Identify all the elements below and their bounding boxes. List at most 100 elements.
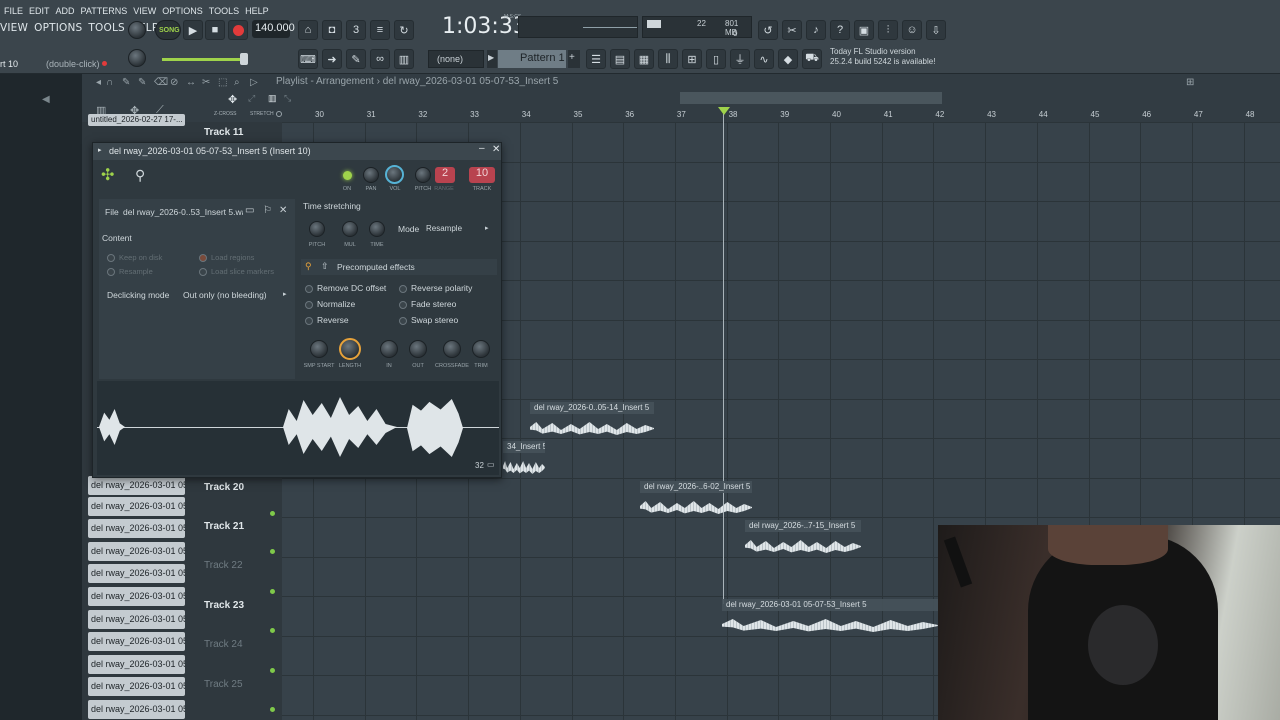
browser-item[interactable]: del rway_2026-03-01 05... bbox=[88, 700, 185, 719]
browser-item[interactable]: del rway_2026-03-01 05... bbox=[88, 632, 185, 651]
track-mute-led[interactable] bbox=[270, 628, 275, 633]
track-mute-led[interactable] bbox=[270, 549, 275, 554]
folder-icon[interactable]: ▭ bbox=[245, 205, 254, 216]
menu-edit[interactable]: EDIT bbox=[29, 7, 50, 15]
menu-view-2[interactable]: VIEW bbox=[0, 22, 28, 34]
plugin-db-button[interactable]: ⏚ bbox=[730, 49, 750, 69]
load-slice-markers-option[interactable]: Load slice markers bbox=[199, 267, 274, 277]
browser-item[interactable]: del rway_2026-03-01 05... bbox=[88, 564, 185, 583]
menu-add[interactable]: ADD bbox=[56, 7, 75, 15]
chat-button[interactable]: ☺ bbox=[902, 20, 922, 40]
power-led[interactable] bbox=[343, 171, 352, 180]
magnet-icon[interactable]: ∩ bbox=[106, 77, 113, 88]
menu-options[interactable]: OPTIONS bbox=[162, 7, 203, 15]
audio-clip[interactable]: del rway_2026-03-01 05-07-53_Insert 5 bbox=[722, 599, 938, 637]
mixer-button[interactable]: ⫶ bbox=[878, 20, 898, 40]
mic-button[interactable]: ♪ bbox=[806, 20, 826, 40]
record-button[interactable] bbox=[228, 20, 248, 40]
track-header-21[interactable]: Track 21 bbox=[204, 517, 280, 556]
arrow-up-icon[interactable]: ⇧ bbox=[321, 261, 329, 272]
menu-help[interactable]: HELP bbox=[245, 7, 269, 15]
project-button[interactable]: ▯ bbox=[706, 49, 726, 69]
keep-on-disk-option[interactable]: Keep on disk bbox=[107, 253, 162, 263]
playlist-menu-arrow[interactable]: ◂ bbox=[96, 77, 101, 88]
checkbox[interactable] bbox=[305, 300, 313, 309]
browser-item[interactable]: untitled_2026-02-27 17-... bbox=[88, 114, 185, 126]
checkbox[interactable] bbox=[107, 268, 115, 277]
file-name[interactable]: del rway_2026-0..53_Insert 5.wav bbox=[123, 207, 243, 217]
zoom-icon[interactable]: ▭ bbox=[487, 460, 495, 469]
blend-notes-button[interactable]: ≡ bbox=[370, 20, 390, 40]
loop-record-button[interactable]: ↻ bbox=[394, 20, 414, 40]
browser-item[interactable]: del rway_2026-03-01 05... bbox=[88, 677, 185, 696]
checkbox[interactable] bbox=[199, 268, 207, 277]
cut-tool-button[interactable]: ✂ bbox=[782, 20, 802, 40]
trim-knob[interactable] bbox=[472, 340, 490, 358]
window-titlebar[interactable]: ▸ del rway_2026-03-01 05-07-53_Insert 5 … bbox=[93, 143, 501, 160]
link-button[interactable]: ∞ bbox=[370, 49, 390, 69]
help-button[interactable]: ? bbox=[830, 20, 850, 40]
metronome-button[interactable]: ⌂ bbox=[298, 20, 318, 40]
news-panel[interactable]: Today FL Studio version 25.2.4 build 524… bbox=[830, 47, 942, 71]
remove-dc-option[interactable]: Remove DC offset bbox=[305, 283, 386, 293]
typing-keyboard-button[interactable]: ⌨ bbox=[298, 49, 318, 69]
browser-item[interactable]: del rway_2026-03-01 05... bbox=[88, 542, 185, 561]
audio-clip[interactable]: 34_Insert 5 bbox=[503, 441, 545, 479]
wrench-icon[interactable]: ⚲ bbox=[135, 167, 145, 184]
wait-input-button[interactable]: ◘ bbox=[322, 20, 342, 40]
track-header-23[interactable]: Track 23 bbox=[204, 596, 280, 635]
ts-time-knob[interactable] bbox=[369, 221, 385, 237]
resample-option[interactable]: Resample bbox=[107, 267, 153, 277]
browser-collapse-icon[interactable]: ◀ bbox=[42, 94, 50, 105]
audio-clip[interactable]: del rway_2026-..6-02_Insert 5 bbox=[640, 481, 752, 519]
mixer-window-button[interactable]: ⫼ bbox=[658, 49, 678, 69]
minimize-button[interactable]: – bbox=[479, 143, 485, 154]
download-button[interactable]: ⇩ bbox=[926, 20, 946, 40]
master-volume-slider[interactable] bbox=[162, 58, 242, 61]
normalize-option[interactable]: Normalize bbox=[305, 299, 355, 309]
paint-tool-icon[interactable]: ✎ bbox=[138, 77, 146, 88]
range-value[interactable]: 2 bbox=[435, 167, 455, 183]
playlist-button[interactable]: ☰ bbox=[586, 49, 606, 69]
browser-item[interactable]: del rway_2026-03-01 05... bbox=[88, 610, 185, 629]
select-tool-icon[interactable]: ⬚ bbox=[218, 77, 227, 88]
audio-clip[interactable]: del rway_2026-0..05-14_Insert 5 bbox=[530, 402, 654, 440]
track-header-25[interactable]: Track 25 bbox=[204, 675, 280, 714]
declicking-selector[interactable]: Out only (no bleeding) bbox=[183, 290, 267, 300]
track-view-icon[interactable]: ▥ bbox=[268, 93, 277, 104]
master-volume-knob[interactable] bbox=[128, 21, 146, 39]
pan-knob[interactable] bbox=[363, 167, 379, 183]
track-mute-led[interactable] bbox=[270, 589, 275, 594]
grid-snap-icon[interactable]: ⊞ bbox=[1186, 77, 1194, 88]
sample-menu-icon[interactable]: ⚐ bbox=[263, 205, 272, 216]
zoom-tool-icon[interactable]: ⌕ bbox=[234, 77, 240, 88]
track-header-20[interactable]: Track 20 bbox=[204, 478, 280, 517]
pat-song-toggle[interactable]: SONG bbox=[155, 20, 181, 40]
pencil-button[interactable]: ✎ bbox=[346, 49, 366, 69]
reverse-polarity-option[interactable]: Reverse polarity bbox=[399, 283, 472, 293]
playhead-marker[interactable] bbox=[718, 107, 730, 115]
ts-pitch-knob[interactable] bbox=[309, 221, 325, 237]
checkbox[interactable] bbox=[399, 300, 407, 309]
browser-item[interactable]: del rway_2026-03-01 05... bbox=[88, 519, 185, 538]
audio-clip[interactable]: del rway_2026-..7-15_Insert 5 bbox=[745, 520, 861, 558]
fade-in-knob[interactable] bbox=[380, 340, 398, 358]
browser-item[interactable]: del rway_2026-03-01 05... bbox=[88, 476, 185, 495]
swap-stereo-option[interactable]: Swap stereo bbox=[399, 315, 458, 325]
mixer-track-selector[interactable]: 10 bbox=[469, 167, 495, 183]
fade-stereo-option[interactable]: Fade stereo bbox=[399, 299, 456, 309]
load-regions-option[interactable]: Load regions bbox=[199, 253, 254, 263]
track-mute-led[interactable] bbox=[270, 511, 275, 516]
stop-button[interactable]: ■ bbox=[205, 20, 225, 40]
volume-knob[interactable] bbox=[385, 165, 404, 184]
clear-sample-icon[interactable]: ✕ bbox=[279, 205, 287, 216]
piano-roll-button[interactable]: ▤ bbox=[610, 49, 630, 69]
length-knob[interactable] bbox=[339, 338, 361, 360]
checkbox[interactable] bbox=[305, 284, 313, 293]
delete-tool-icon[interactable]: ⌫ bbox=[154, 77, 168, 88]
pitch-knob[interactable] bbox=[415, 167, 431, 183]
browser-item[interactable]: del rway_2026-03-01 05... bbox=[88, 655, 185, 674]
menu-file[interactable]: FILE bbox=[4, 7, 23, 15]
window-menu-icon[interactable]: ▸ bbox=[98, 146, 102, 154]
expand-icon[interactable]: ⤢ bbox=[248, 93, 255, 104]
